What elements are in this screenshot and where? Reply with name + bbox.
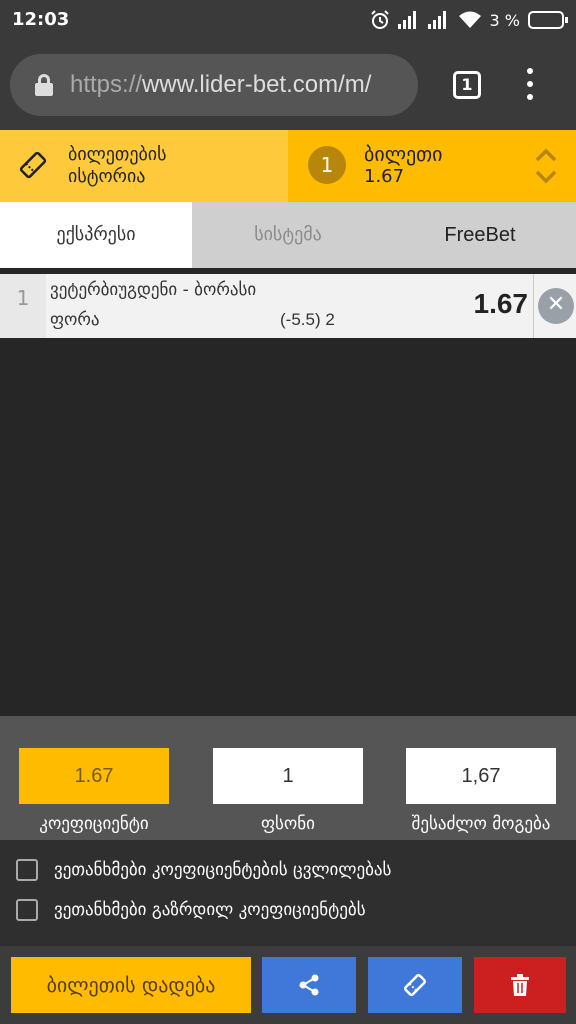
current-ticket-toggle[interactable]: 1 ბილეთი 1.67	[288, 130, 576, 202]
accept-increased-odds-checkbox[interactable]	[16, 899, 38, 921]
ticket-count-badge: 1	[308, 146, 346, 184]
accept-odds-change-label: ვეთანხმები კოეფიციენტების ცვლილებას	[54, 860, 392, 880]
ticket-title: ბილეთი	[364, 142, 443, 166]
coefficient-label: კოეფიციენტი	[39, 814, 149, 834]
bet-selection: (-5.5) 2	[280, 310, 335, 329]
wifi-icon	[458, 11, 481, 28]
betslip-footer: 1.67 კოეფიციენტი 1 ფსონი 1,67 შესაძლო მო…	[0, 716, 576, 1024]
clear-betslip-button[interactable]	[474, 957, 566, 1013]
coefficient-field: 1.67	[19, 748, 169, 804]
acceptance-options: ვეთანხმები კოეფიციენტების ცვლილებას ვეთა…	[0, 840, 576, 946]
share-button[interactable]	[262, 957, 356, 1013]
bet-market: ფორა	[50, 310, 100, 330]
signal-icon	[427, 11, 450, 29]
signal-icon	[397, 11, 420, 29]
ticket-history-button[interactable]: ბილეთების ისტორია	[0, 130, 288, 202]
summary-fields: 1.67 კოეფიციენტი 1 ფსონი 1,67 შესაძლო მო…	[0, 716, 576, 840]
ticket-total-odds: 1.67	[364, 166, 405, 187]
bet-odds: 1.67	[473, 288, 529, 319]
alarm-icon	[370, 10, 389, 29]
status-icons: 3 %	[370, 8, 568, 32]
stake-label: ფსონი	[261, 814, 315, 834]
battery-percent: 3 %	[489, 10, 520, 30]
possible-payout-label: შესაძლო მოგება	[411, 814, 551, 834]
accept-increased-odds-option[interactable]: ვეთანხმები გაზრდილ კოეფიციენტებს	[16, 898, 366, 922]
tab-switcher-button[interactable]: 1	[453, 71, 481, 99]
accept-odds-change-option[interactable]: ვეთანხმები კოეფიციენტების ცვლილებას	[16, 858, 391, 882]
url-bar[interactable]: https://www.lider-bet.com/m/	[10, 54, 418, 116]
betslip-header: ბილეთების ისტორია 1 ბილეთი 1.67	[0, 130, 576, 202]
divider	[533, 274, 534, 338]
ticket-icon	[19, 151, 47, 179]
share-icon	[299, 974, 319, 996]
ticket-history-label: ბილეთების ისტორია	[68, 144, 167, 187]
ticket-code-button[interactable]	[368, 957, 462, 1013]
bet-index: 1	[0, 274, 46, 338]
overflow-menu-icon[interactable]	[520, 68, 540, 100]
status-bar: 12:03 3 %	[0, 0, 576, 40]
tab-freebet[interactable]: FreeBet	[384, 202, 576, 268]
clock: 12:03	[12, 9, 70, 30]
accept-increased-odds-label: ვეთანხმები გაზრდილ კოეფიციენტებს	[54, 900, 366, 920]
battery-charging-icon	[528, 11, 568, 29]
tab-system[interactable]: სისტემა	[192, 202, 384, 268]
bet-type-tabs: ექსპრესი სისტემა FreeBet	[0, 202, 576, 268]
bet-row: 1 ვეტერბიუგდენი - ბორასი ფორა (-5.5) 2 1…	[0, 274, 576, 338]
accept-odds-change-checkbox[interactable]	[16, 859, 38, 881]
url-text: https://www.lider-bet.com/m/	[70, 71, 372, 98]
action-bar: ბილეთის დადება	[0, 946, 576, 1024]
possible-payout-field: 1,67	[406, 748, 556, 804]
browser-toolbar: https://www.lider-bet.com/m/ 1	[0, 40, 576, 130]
ticket-icon	[403, 973, 427, 997]
expand-collapse-icon[interactable]	[534, 146, 558, 186]
trash-icon	[511, 974, 529, 996]
bet-match: ვეტერბიუგდენი - ბორასი	[50, 280, 257, 300]
remove-bet-icon[interactable]: ✕	[538, 288, 574, 324]
stake-input[interactable]: 1	[213, 748, 363, 804]
lock-icon	[34, 74, 54, 96]
tab-express[interactable]: ექსპრესი	[0, 202, 192, 268]
place-bet-button[interactable]: ბილეთის დადება	[11, 957, 251, 1013]
